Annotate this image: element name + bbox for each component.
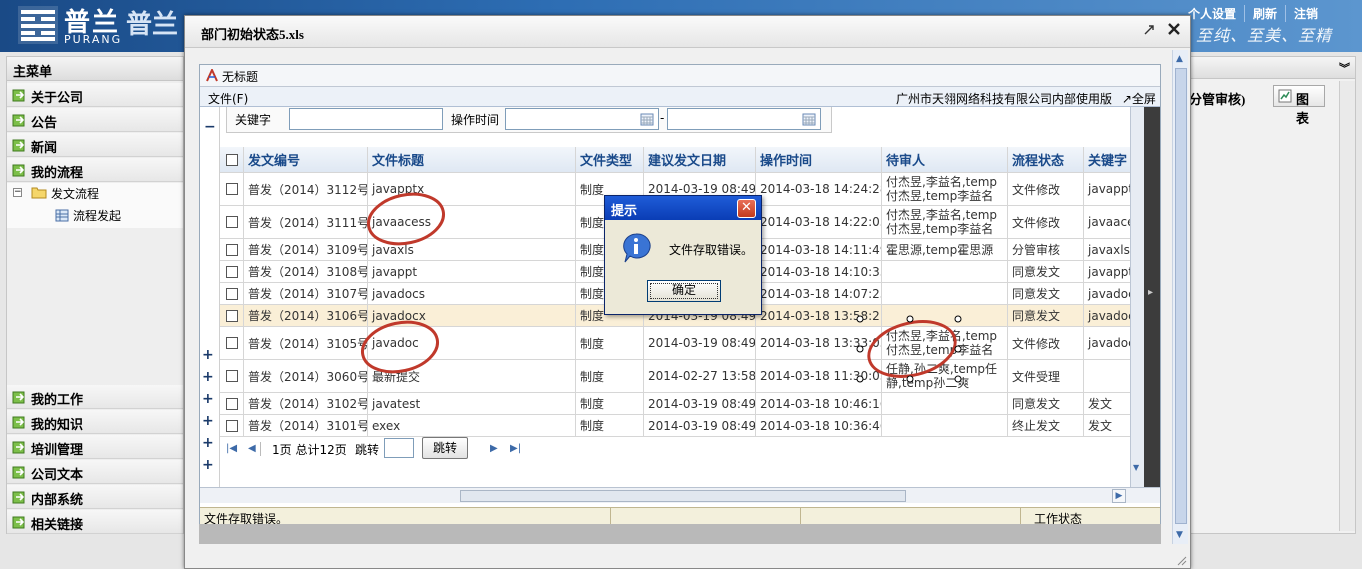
menu-item-related-links[interactable]: 相关链接 (7, 510, 183, 534)
right-panel-bar: ︾ (1189, 57, 1355, 79)
menu-item-my-flow[interactable]: 我的流程 (7, 158, 183, 182)
chart-button-label: 图表 (1296, 92, 1310, 126)
modal-titlebar: 部门初始状态5.xls (185, 16, 1190, 48)
menu-arrow-icon (12, 416, 25, 429)
menu-item-label: 公告 (31, 115, 58, 130)
menu-item-label: 新闻 (31, 140, 58, 155)
modal-title: 部门初始状态5.xls (201, 27, 304, 42)
side-collapse-bar[interactable]: ▸ (1144, 107, 1160, 487)
scroll-down-icon[interactable]: ▼ (1176, 530, 1183, 540)
document-title: 无标题 (222, 70, 259, 84)
document-app-icon (206, 69, 218, 82)
ok-button[interactable]: 确定 (647, 280, 721, 302)
folder-icon (31, 187, 47, 199)
menu-item-label: 我的知识 (31, 417, 84, 432)
annotation-circle (360, 320, 440, 374)
chevron-right-icon[interactable]: ▸ (1148, 287, 1153, 298)
annotation-circle (867, 320, 957, 378)
menu-item-label: 关于公司 (31, 90, 84, 105)
modal-footer-area (199, 524, 1161, 544)
fullscreen-link[interactable]: ↗全屏 (1122, 92, 1156, 106)
tree-folder-label[interactable]: 发文流程 (51, 185, 99, 202)
menu-item-label: 培训管理 (31, 442, 84, 457)
menu-arrow-icon (12, 89, 25, 102)
document-status-bar: 文件存取错误。 工作状态 (200, 507, 1160, 526)
menubar-right: 广州市天翎网络科技有限公司内部使用版 ↗全屏 (896, 90, 1156, 107)
tree-leaf-label[interactable]: 流程发起 (73, 207, 121, 224)
right-panel-scrollbar[interactable] (1339, 81, 1355, 531)
main-menu-title: 主菜单 (7, 57, 183, 81)
document-menubar: 文件(F) 广州市天翎网络科技有限公司内部使用版 ↗全屏 (200, 87, 1160, 107)
slogan: 至纯、至美、至精 (1196, 26, 1333, 45)
close-icon[interactable]: ✕ (737, 199, 756, 218)
sheet-horizontal-scrollbar[interactable]: ▶ (200, 487, 1160, 503)
resize-grip-icon[interactable] (1175, 554, 1187, 566)
menu-item-my-knowledge[interactable]: 我的知识 (7, 410, 183, 434)
menu-arrow-icon (12, 114, 25, 127)
tree-collapse-icon[interactable]: − (13, 188, 22, 197)
scroll-up-icon[interactable]: ▲ (1176, 54, 1183, 64)
horizontal-scroll-thumb[interactable] (460, 490, 906, 502)
menu-item-news[interactable]: 新闻 (7, 133, 183, 157)
modal-scroll-thumb[interactable] (1175, 68, 1187, 524)
menu-item-company-docs[interactable]: 公司文本 (7, 460, 183, 484)
alert-dialog: 提示 ✕ 文件存取错误。 确定 (604, 195, 762, 315)
menu-item-label: 相关链接 (31, 517, 84, 532)
logo-subtext: PURANG (64, 33, 123, 46)
menu-item-notice[interactable]: 公告 (7, 108, 183, 132)
menu-arrow-icon (12, 391, 25, 404)
document-titlebar: 无标题 (200, 65, 1160, 87)
sheet-vertical-scrollbar[interactable]: ▼ (1130, 107, 1144, 487)
menu-item-label: 公司文本 (31, 467, 84, 482)
menu-arrow-icon (12, 491, 25, 504)
menu-item-internal-system[interactable]: 内部系统 (7, 485, 183, 509)
chart-icon (1278, 89, 1292, 103)
menu-item-label: 我的流程 (31, 165, 84, 180)
right-panel: ︾ 分管审核) 图表 (1188, 56, 1356, 534)
annotation-circle (366, 192, 446, 246)
alert-title: 提示 (611, 203, 638, 218)
menu-arrow-icon (12, 516, 25, 529)
menu-tree: − 发文流程 流程发起 (7, 183, 183, 228)
menu-item-my-work[interactable]: 我的工作 (7, 385, 183, 409)
scroll-right-icon[interactable]: ▶ (1112, 489, 1126, 503)
table-icon (55, 209, 69, 222)
top-links: 个人设置 刷新 注销 (1180, 4, 1326, 22)
double-chevron-down-icon[interactable]: ︾ (1339, 60, 1350, 76)
menu-arrow-icon (12, 441, 25, 454)
top-link-logout[interactable]: 注销 (1285, 4, 1326, 22)
modal-vertical-scrollbar[interactable]: ▲ ▼ (1172, 50, 1188, 544)
logo-text-secondary: 普兰 (126, 10, 179, 40)
scroll-down-icon[interactable]: ▼ (1133, 463, 1142, 472)
menu-item-label: 内部系统 (31, 492, 84, 507)
purang-logo-mark-icon (18, 6, 58, 44)
info-icon (621, 232, 651, 264)
menu-file[interactable]: 文件(F) (208, 90, 248, 107)
chart-button[interactable]: 图表 (1273, 85, 1325, 126)
license-text: 广州市天翎网络科技有限公司内部使用版 (896, 92, 1113, 106)
main-menu-sidebar: 主菜单 关于公司 公告 新闻 我的流程 − 发文流程 流程发起 我的工作 我的知… (6, 56, 184, 534)
menu-arrow-icon (12, 139, 25, 152)
menu-item-about[interactable]: 关于公司 (7, 83, 183, 107)
menu-item-label: 我的工作 (31, 392, 84, 407)
expand-icon[interactable] (1143, 24, 1157, 38)
close-icon[interactable] (1167, 22, 1183, 38)
alert-message: 文件存取错误。 (669, 243, 754, 257)
right-panel-text: 分管审核) (1189, 92, 1246, 107)
menu-arrow-icon (12, 466, 25, 479)
top-link-refresh[interactable]: 刷新 (1244, 4, 1285, 22)
menu-arrow-icon (12, 164, 25, 177)
menu-item-training[interactable]: 培训管理 (7, 435, 183, 459)
